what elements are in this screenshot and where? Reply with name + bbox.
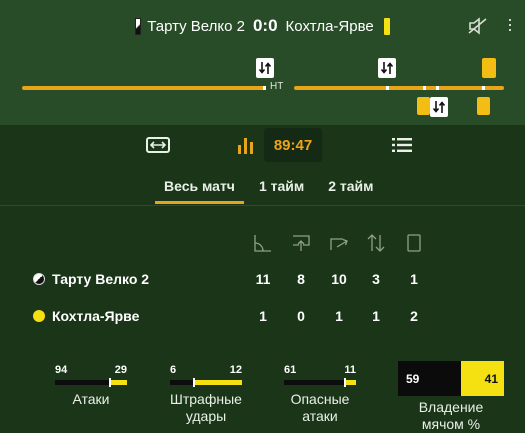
view-switcher: 89:47: [0, 128, 525, 162]
home-cards: 1: [410, 271, 418, 287]
attacks-track: [55, 378, 127, 387]
drag-handle-icon[interactable]: [509, 16, 519, 34]
possession-away: 41: [460, 361, 504, 396]
away-cards: 2: [410, 308, 418, 324]
dangerous-attacks-label: Опасные атаки: [290, 391, 350, 424]
match-score: 0:0: [252, 16, 278, 35]
home-team-row: Тарту Велко 2: [33, 268, 149, 290]
offside-icon: [284, 232, 318, 254]
possession-label: Владение мячом %: [418, 399, 484, 432]
away-corners: 1: [259, 308, 267, 324]
dangerous-attacks-marker: [343, 378, 346, 387]
free-kicks-track: [170, 378, 242, 387]
timeline-tick: [386, 86, 389, 90]
period-tabs: Весь матч 1 тайм 2 тайм: [155, 172, 389, 206]
timeline-tick: [482, 86, 485, 90]
timeline-tick: [263, 86, 266, 90]
away-team-name: Кохтла-Ярве: [285, 17, 374, 35]
free-kicks-label: Штрафные удары: [170, 391, 242, 424]
dangerous-attacks-bar: 61 11: [284, 364, 356, 387]
timeline-tick: [423, 86, 426, 90]
timeline-first-half: [22, 86, 265, 90]
attacks-away-value: 29: [114, 364, 127, 376]
tab-full-match[interactable]: Весь матч: [155, 172, 244, 204]
free-kicks-away-value: 12: [229, 364, 242, 376]
attacks-home-value: 94: [55, 364, 68, 376]
home-team-label: Тарту Велко 2: [52, 271, 150, 287]
home-kit-icon: [135, 17, 142, 35]
dangerous-attacks-home-fill: [284, 380, 345, 385]
home-offsides: 8: [297, 271, 305, 287]
free-kicks-bar: 6 12: [170, 364, 242, 387]
attacks-label: Атаки: [72, 391, 110, 407]
sound-mute-icon[interactable]: [467, 16, 489, 36]
possession-bar: 59 41: [398, 361, 504, 396]
substitution-stat-icon: [359, 232, 393, 254]
tab-first-half[interactable]: 1 тайм: [250, 172, 313, 204]
free-kicks-home-fill: [170, 380, 194, 385]
away-team-label: Кохтла-Ярве: [52, 308, 140, 324]
free-kicks-marker: [192, 378, 195, 387]
dangerous-attacks-track: [284, 378, 356, 387]
corner-icon: [246, 232, 280, 254]
yellow-card-icon[interactable]: [477, 97, 490, 115]
list-icon[interactable]: [390, 128, 414, 162]
tab-second-half[interactable]: 2 тайм: [319, 172, 382, 204]
attacks-home-fill: [55, 380, 110, 385]
away-shots: 1: [335, 308, 343, 324]
away-substitutions: 1: [372, 308, 380, 324]
timeline-second-half: [294, 86, 504, 90]
home-substitutions: 3: [372, 271, 380, 287]
dangerous-attacks-home-value: 61: [284, 364, 297, 376]
home-corners: 11: [255, 271, 271, 287]
timeline-tick: [436, 86, 439, 90]
shot-icon: [322, 232, 356, 254]
attacks-bar: 94 29: [55, 364, 127, 387]
card-icon: [397, 232, 431, 254]
away-team-icon: [33, 310, 45, 322]
tabs-divider: [0, 205, 525, 206]
dangerous-attacks-away-value: 11: [344, 364, 356, 376]
substitution-icon[interactable]: [430, 97, 448, 117]
halftime-label: HT: [270, 81, 284, 92]
match-header: Тарту Велко 2 0:0 Кохтла-Ярве HT: [0, 0, 525, 125]
possession-home: 59: [398, 361, 461, 396]
attacks-marker: [109, 378, 111, 387]
substitution-icon[interactable]: [378, 58, 396, 78]
yellow-card-icon[interactable]: [482, 58, 496, 78]
match-clock: 89:47: [264, 128, 322, 162]
home-team-name: Тарту Велко 2: [147, 17, 245, 35]
free-kicks-home-value: 6: [170, 364, 177, 376]
substitution-icon[interactable]: [256, 58, 274, 78]
home-shots: 10: [331, 271, 347, 287]
away-offsides: 0: [297, 308, 305, 324]
yellow-card-icon[interactable]: [417, 97, 430, 115]
away-kit-icon: [383, 17, 390, 35]
score-line: Тарту Велко 2 0:0 Кохтла-Ярве: [0, 12, 525, 40]
home-team-icon: [33, 273, 45, 285]
away-team-row: Кохтла-Ярве: [33, 305, 139, 327]
stats-bars-icon[interactable]: [234, 128, 258, 162]
field-toggle-icon[interactable]: [144, 128, 172, 162]
